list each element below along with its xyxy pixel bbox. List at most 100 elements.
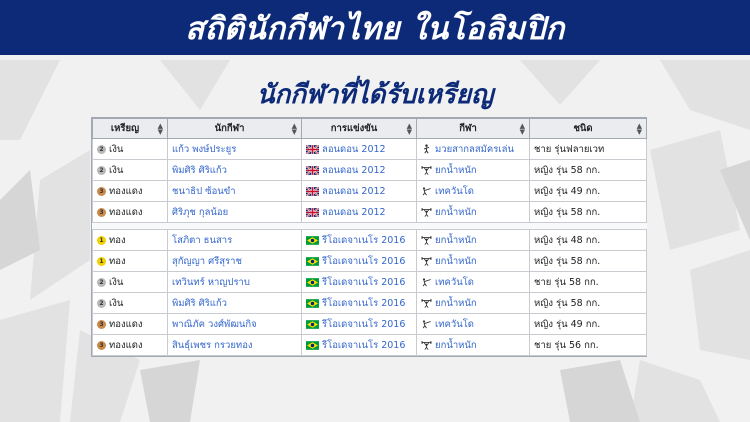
sport-link[interactable]: ยกน้ำหนัก <box>435 340 477 351</box>
banner-title: สถิตินักกีฬาไทย ในโอลิมปิก <box>185 10 565 47</box>
uk-flag-icon <box>306 144 319 154</box>
silver-medal-icon: 2 <box>97 298 106 308</box>
brazil-flag-icon <box>306 277 319 287</box>
table-row: 3 ทองแดง สินธุ์เพชร กรวยทอง รีโอเดจาเนโร 20… <box>92 334 647 356</box>
table-row: 3 ทองแดง ศิริภุช กุลน้อย ลอนดอน 2012 ยกน้ำหน… <box>92 201 647 223</box>
medal-label: เงิน <box>109 297 124 309</box>
games-link[interactable]: รีโอเดจาเนโร 2016 <box>322 235 405 246</box>
weightlifting-icon <box>421 299 432 308</box>
games-cell: รีโอเดจาเนโร 2016 <box>301 334 417 356</box>
games-link[interactable]: รีโอเดจาเนโร 2016 <box>322 340 405 351</box>
bronze-medal-icon: 3 <box>97 319 106 329</box>
column-header-medal[interactable]: เหรียญ ▲ ▼ <box>92 118 168 139</box>
athlete-cell: แก้ว พงษ์ประยูร <box>167 138 302 160</box>
weightlifting-icon <box>421 341 432 350</box>
boxing-icon <box>423 144 430 154</box>
sport-link[interactable]: เทควันโด <box>435 277 474 288</box>
taekwondo-icon <box>422 278 431 287</box>
athlete-link[interactable]: เทวินทร์ หาญปราบ <box>172 277 250 288</box>
games-link[interactable]: รีโอเดจาเนโร 2016 <box>322 298 405 309</box>
medal-label: ทองแดง <box>109 339 143 351</box>
sport-link[interactable]: ยกน้ำหนัก <box>435 207 477 218</box>
event-cell: หญิง รุ่น 58 กก. <box>529 250 647 272</box>
games-link[interactable]: ลอนดอน 2012 <box>322 207 386 218</box>
sport-link[interactable]: ยกน้ำหนัก <box>435 256 477 267</box>
athlete-link[interactable]: พาณิภัค วงศ์พัฒนกิจ <box>172 319 257 330</box>
athlete-link[interactable]: สุกัญญา ศรีสุราช <box>172 256 242 267</box>
sport-cell: เทควันโด <box>416 313 530 335</box>
athlete-link[interactable]: โสภิตา ธนสาร <box>172 235 232 246</box>
games-link[interactable]: รีโอเดจาเนโร 2016 <box>322 319 405 330</box>
sport-link[interactable]: ยกน้ำหนัก <box>435 298 477 309</box>
athlete-link[interactable]: แก้ว พงษ์ประยูร <box>172 144 236 155</box>
sport-link[interactable]: ยกน้ำหนัก <box>435 165 477 176</box>
medal-label: ทอง <box>109 255 126 267</box>
table-row: 2 เงิน พิมศิริ ศิริแก้ว ลอนดอน 2012 ยกน้ำหนั… <box>92 159 647 181</box>
sport-link[interactable]: ยกน้ำหนัก <box>435 235 477 246</box>
athlete-link[interactable]: พิมศิริ ศิริแก้ว <box>172 298 227 309</box>
event-label: หญิง รุ่น 48 กก. <box>534 234 601 246</box>
athlete-link[interactable]: สินธุ์เพชร กรวยทอง <box>172 340 253 351</box>
medal-cell: 1 ทอง <box>92 229 168 251</box>
athlete-cell: พาณิภัค วงศ์พัฒนกิจ <box>167 313 302 335</box>
games-link[interactable]: ลอนดอน 2012 <box>322 186 386 197</box>
medal-label: ทองแดง <box>109 185 143 197</box>
medal-label: ทอง <box>109 234 126 246</box>
medal-cell: 2 เงิน <box>92 159 168 181</box>
table-body: 2 เงิน แก้ว พงษ์ประยูร ลอนดอน 2012 มวยสากลสม… <box>92 138 647 356</box>
bronze-medal-icon: 3 <box>97 340 106 350</box>
sport-link[interactable]: เทควันโด <box>435 319 474 330</box>
table-row: 1 ทอง โสภิตา ธนสาร รีโอเดจาเนโร 2016 ยกน้ำหน… <box>92 229 647 251</box>
sport-cell: ยกน้ำหนัก <box>416 292 530 314</box>
brazil-flag-icon <box>306 298 319 308</box>
silver-medal-icon: 2 <box>97 165 106 175</box>
event-label: หญิง รุ่น 58 กก. <box>534 206 601 218</box>
table-row: 3 ทองแดง ชนาธิป ซ้อนขำ ลอนดอน 2012 เทควันโด ห… <box>92 180 647 202</box>
athlete-link[interactable]: ศิริภุช กุลน้อย <box>172 207 228 218</box>
event-cell: ชาย รุ่นฟลายเวท <box>529 138 647 160</box>
weightlifting-icon <box>421 257 432 266</box>
uk-flag-icon <box>306 207 319 217</box>
table-row: 2 เงิน แก้ว พงษ์ประยูร ลอนดอน 2012 มวยสากลสม… <box>92 138 647 160</box>
games-cell: รีโอเดจาเนโร 2016 <box>301 313 417 335</box>
silver-medal-icon: 2 <box>97 144 106 154</box>
athlete-cell: สุกัญญา ศรีสุราช <box>167 250 302 272</box>
games-link[interactable]: รีโอเดจาเนโร 2016 <box>322 256 405 267</box>
sport-cell: มวยสากลสมัครเล่น <box>416 138 530 160</box>
sport-link[interactable]: มวยสากลสมัครเล่น <box>435 144 514 155</box>
athlete-link[interactable]: พิมศิริ ศิริแก้ว <box>172 165 227 176</box>
brazil-flag-icon <box>306 256 319 266</box>
sport-cell: ยกน้ำหนัก <box>416 250 530 272</box>
event-label: หญิง รุ่น 58 กก. <box>534 255 601 267</box>
games-cell: ลอนดอน 2012 <box>301 180 417 202</box>
event-cell: หญิง รุ่น 58 กก. <box>529 159 647 181</box>
event-cell: หญิง รุ่น 48 กก. <box>529 229 647 251</box>
event-cell: หญิง รุ่น 58 กก. <box>529 292 647 314</box>
sport-link[interactable]: เทควันโด <box>435 186 474 197</box>
table-row: 1 ทอง สุกัญญา ศรีสุราช รีโอเดจาเนโร 2016 ยกน… <box>92 250 647 272</box>
column-header-sport[interactable]: กีฬา ▲ ▼ <box>416 118 530 139</box>
uk-flag-icon <box>306 165 319 175</box>
games-link[interactable]: ลอนดอน 2012 <box>322 144 386 155</box>
weightlifting-icon <box>421 236 432 245</box>
games-cell: รีโอเดจาเนโร 2016 <box>301 292 417 314</box>
header-banner: สถิตินักกีฬาไทย ในโอลิมปิก <box>0 0 750 55</box>
games-link[interactable]: รีโอเดจาเนโร 2016 <box>322 277 405 288</box>
column-header-games[interactable]: การแข่งขัน ▲ ▼ <box>301 118 417 139</box>
sport-cell: เทควันโด <box>416 180 530 202</box>
sport-cell: ยกน้ำหนัก <box>416 229 530 251</box>
games-cell: รีโอเดจาเนโร 2016 <box>301 229 417 251</box>
column-header-athlete[interactable]: นักกีฬา ▲ ▼ <box>167 118 302 139</box>
games-link[interactable]: ลอนดอน 2012 <box>322 165 386 176</box>
bronze-medal-icon: 3 <box>97 186 106 196</box>
brazil-flag-icon <box>306 319 319 329</box>
event-cell: หญิง รุ่น 49 กก. <box>529 180 647 202</box>
athlete-cell: พิมศิริ ศิริแก้ว <box>167 292 302 314</box>
medal-cell: 1 ทอง <box>92 250 168 272</box>
medal-cell: 3 ทองแดง <box>92 180 168 202</box>
athlete-cell: โสภิตา ธนสาร <box>167 229 302 251</box>
column-header-event[interactable]: ชนิด ▲ ▼ <box>529 118 647 139</box>
medal-label: ทองแดง <box>109 206 143 218</box>
athlete-link[interactable]: ชนาธิป ซ้อนขำ <box>172 186 236 197</box>
games-cell: ลอนดอน 2012 <box>301 201 417 223</box>
